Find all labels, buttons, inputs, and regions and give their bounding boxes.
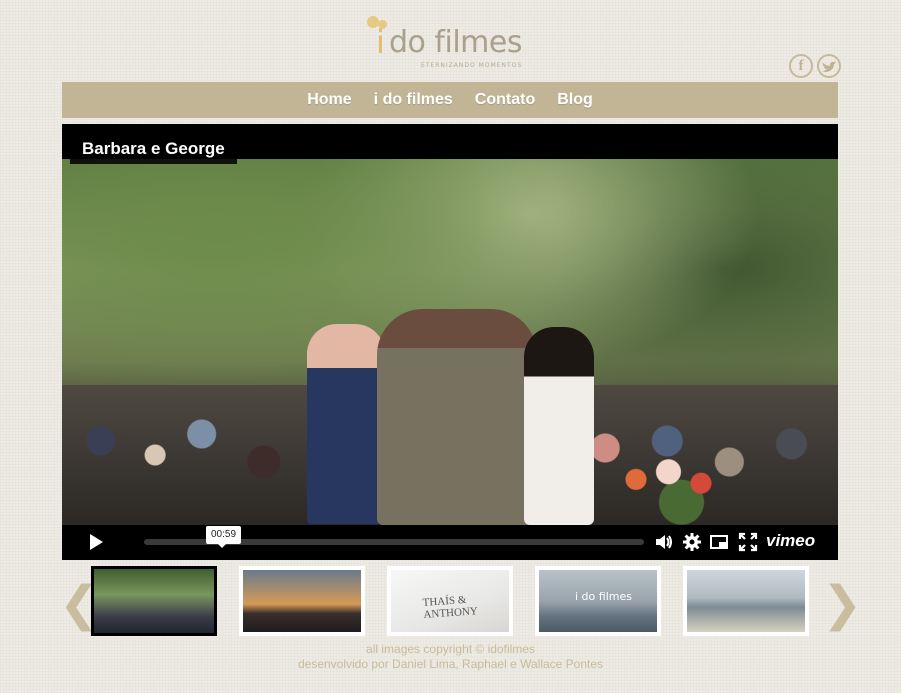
fullscreen-icon[interactable] (737, 531, 759, 553)
carousel-next-button[interactable]: ❯ (822, 578, 862, 632)
vimeo-logo[interactable]: vimeo (766, 531, 815, 551)
footer: all images copyright © idofilmes desenvo… (0, 642, 901, 672)
logo-tagline: ETERNIZANDO MOMENTOS (421, 62, 523, 69)
progress-bar[interactable]: 00:59 (144, 526, 644, 548)
carousel-prev-button[interactable]: ❮ (59, 578, 99, 632)
logo-i: i (376, 23, 385, 61)
carousel-thumb[interactable] (239, 566, 365, 636)
video-player[interactable]: Barbara e George 00:59 vimeo (62, 124, 838, 560)
facebook-icon[interactable]: f (789, 54, 813, 78)
thumb-caption: THAÍS & ANTHONY (422, 593, 479, 621)
main-nav: Home i do filmes Contato Blog (62, 82, 838, 118)
play-button[interactable] (86, 532, 106, 552)
nav-contato[interactable]: Contato (475, 91, 535, 109)
twitter-bird-icon (822, 61, 836, 72)
nav-blog[interactable]: Blog (557, 91, 593, 109)
video-frame[interactable] (62, 159, 838, 525)
video-scene-groom (307, 324, 385, 524)
carousel-thumb[interactable] (91, 566, 217, 636)
carousel-thumb[interactable]: i do filmes (535, 566, 661, 636)
hover-time-tooltip: 00:59 (206, 526, 242, 548)
video-scene-officiant (377, 309, 537, 525)
carousel-thumb[interactable]: THAÍS & ANTHONY (387, 566, 513, 636)
logo-text: do filmes (389, 25, 522, 60)
video-scene-flowers (610, 449, 740, 525)
credits-text: desenvolvido por Daniel Lima, Raphael e … (297, 657, 604, 671)
site-logo[interactable]: i do filmes ETERNIZANDO MOMENTOS (363, 14, 563, 72)
twitter-icon[interactable] (817, 54, 841, 78)
picture-in-picture-icon[interactable] (709, 531, 731, 553)
thumb-caption: i do filmes (575, 590, 632, 603)
settings-gear-icon[interactable] (681, 531, 703, 553)
video-title[interactable]: Barbara e George (70, 133, 237, 164)
copyright-text: all images copyright © idofilmes (366, 642, 535, 656)
nav-i-do-filmes[interactable]: i do filmes (374, 91, 453, 109)
volume-icon[interactable] (653, 531, 675, 553)
nav-home[interactable]: Home (307, 91, 351, 109)
player-controls: 00:59 vimeo (62, 525, 838, 560)
carousel-thumb[interactable] (683, 566, 809, 636)
video-scene-bride (524, 327, 594, 525)
